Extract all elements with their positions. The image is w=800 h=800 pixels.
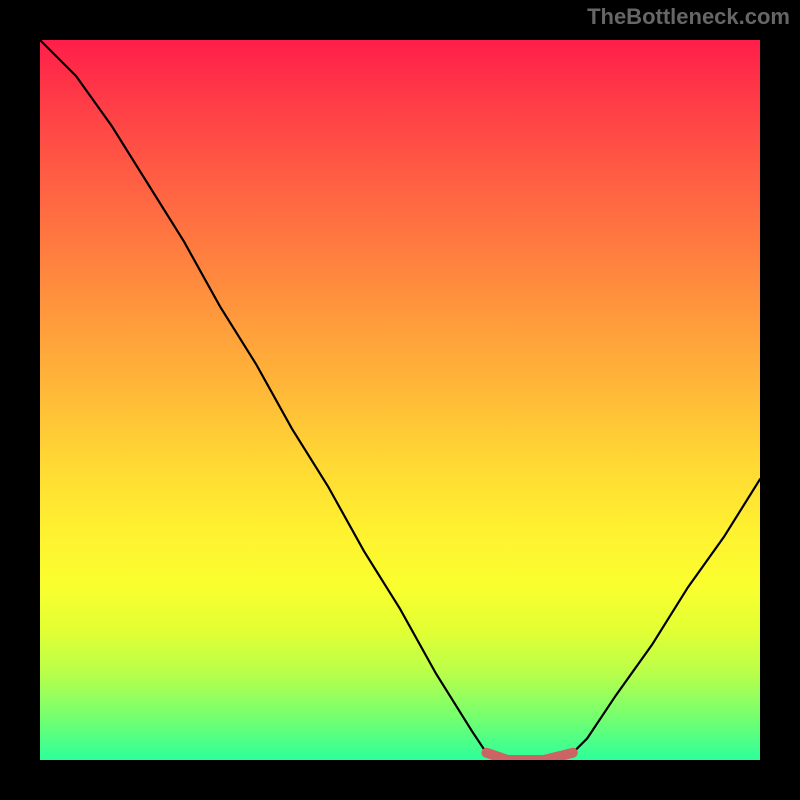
chart-plot-area xyxy=(40,40,760,760)
optimal-range-highlight xyxy=(486,753,572,760)
attribution-text: TheBottleneck.com xyxy=(587,4,790,30)
bottleneck-curve-path xyxy=(40,40,760,760)
bottleneck-chart xyxy=(40,40,760,760)
